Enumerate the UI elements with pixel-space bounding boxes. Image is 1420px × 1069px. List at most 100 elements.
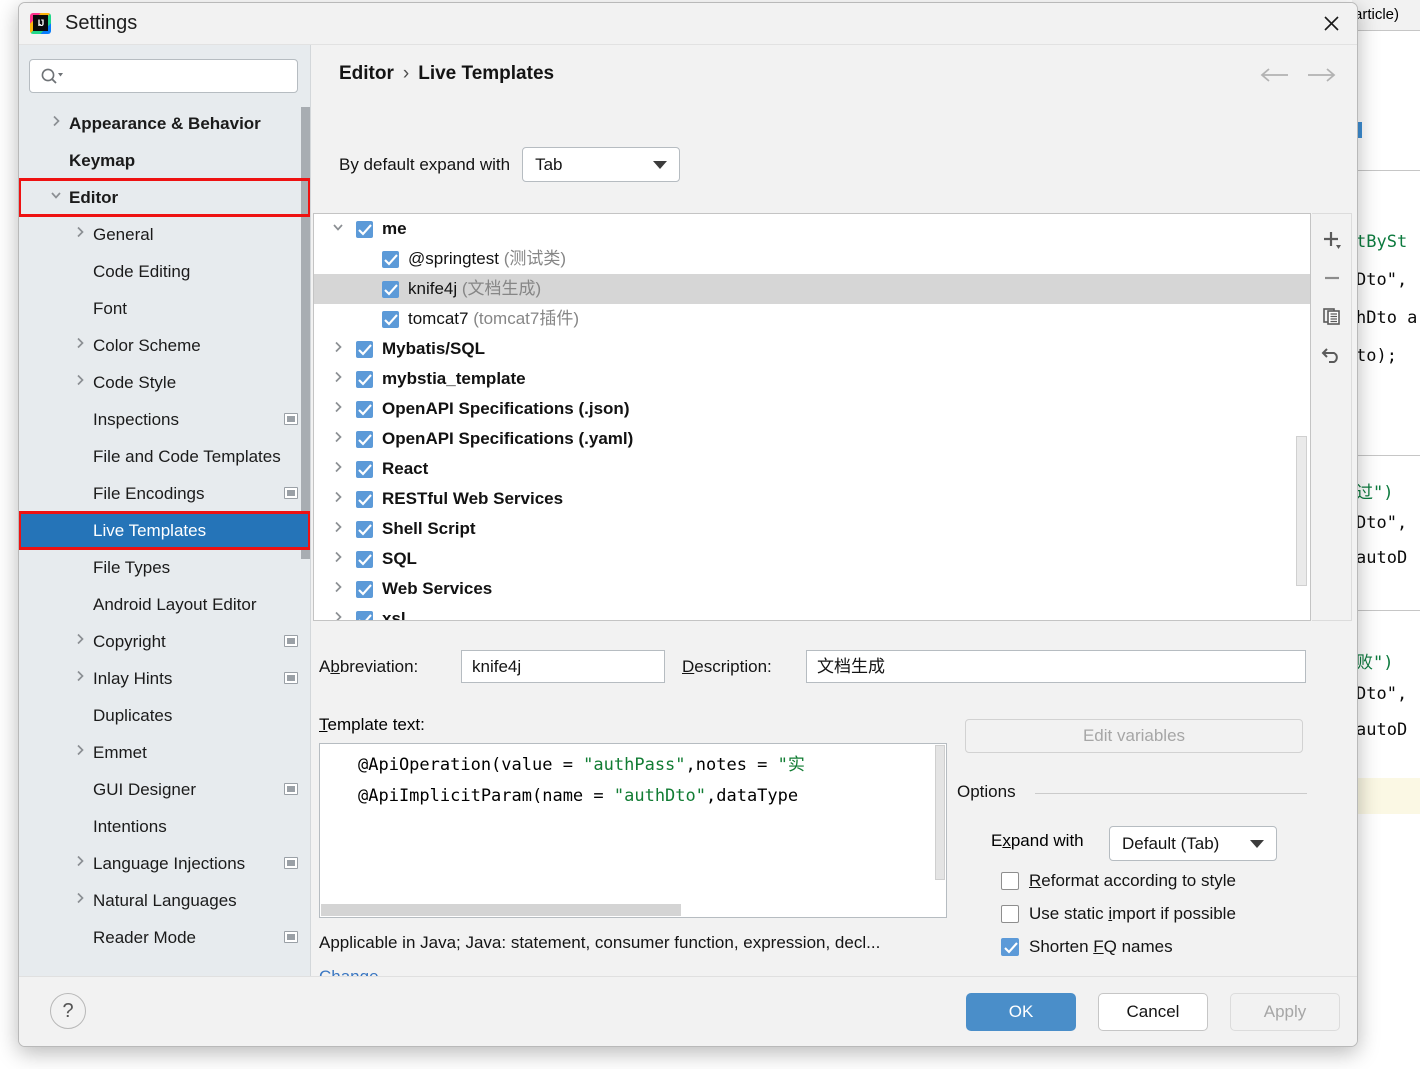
question-mark-icon[interactable]: ? [50, 993, 86, 1029]
ok-button[interactable]: OK [966, 993, 1076, 1031]
sidebar-item-code-style[interactable]: Code Style [19, 364, 310, 401]
templates-tree-scrollbar[interactable] [1296, 436, 1307, 586]
chevron-down-icon[interactable] [47, 179, 65, 216]
template-tree-row[interactable]: Shell Script [314, 514, 1310, 544]
template-tree-row[interactable]: knife4j (文档生成) [314, 274, 1310, 304]
chevron-down-icon[interactable] [328, 214, 348, 244]
cancel-button[interactable]: Cancel [1098, 993, 1208, 1031]
chevron-right-icon[interactable] [328, 484, 348, 514]
template-tree-row[interactable]: SQL [314, 544, 1310, 574]
apply-button[interactable]: Apply [1230, 993, 1340, 1031]
sidebar-item-gui-designer[interactable]: GUI Designer [19, 771, 310, 808]
chevron-right-icon[interactable] [328, 514, 348, 544]
template-enabled-checkbox[interactable] [356, 521, 373, 538]
template-tree-row[interactable]: tomcat7 (tomcat7插件) [314, 304, 1310, 334]
template-text-hscrollbar[interactable] [321, 904, 681, 916]
sidebar-item-inlay-hints[interactable]: Inlay Hints [19, 660, 310, 697]
chevron-right-icon[interactable] [71, 623, 89, 660]
template-text-editor[interactable]: @ApiOperation(value = "authPass",notes =… [319, 743, 947, 918]
template-tree-row[interactable]: Web Services [314, 574, 1310, 604]
chevron-right-icon[interactable] [328, 364, 348, 394]
chevron-right-icon[interactable] [328, 454, 348, 484]
template-enabled-checkbox[interactable] [356, 341, 373, 358]
arrow-right-icon[interactable] [1307, 67, 1337, 88]
chevron-right-icon[interactable] [47, 105, 65, 142]
sidebar-item-appearance-behavior[interactable]: Appearance & Behavior [19, 105, 310, 142]
chevron-right-icon[interactable] [71, 364, 89, 401]
template-enabled-checkbox[interactable] [356, 371, 373, 388]
default-expand-select[interactable]: Tab [522, 147, 680, 182]
template-enabled-checkbox[interactable] [356, 401, 373, 418]
undo-icon[interactable] [1316, 338, 1348, 370]
sidebar-item-language-injections[interactable]: Language Injections [19, 845, 310, 882]
sidebar-item-intentions[interactable]: Intentions [19, 808, 310, 845]
chevron-right-icon[interactable] [328, 424, 348, 454]
sidebar-item-copyright[interactable]: Copyright [19, 623, 310, 660]
template-tree-row[interactable]: xsl [314, 604, 1310, 620]
sidebar-item-file-and-code-templates[interactable]: File and Code Templates [19, 438, 310, 475]
sidebar-item-code-editing[interactable]: Code Editing [19, 253, 310, 290]
static-import-checkbox-row[interactable]: Use static import if possible [1001, 904, 1236, 924]
sidebar-item-font[interactable]: Font [19, 290, 310, 327]
chevron-right-icon[interactable] [328, 604, 348, 620]
sidebar-item-color-scheme[interactable]: Color Scheme [19, 327, 310, 364]
template-enabled-checkbox[interactable] [356, 221, 373, 238]
breadcrumb-parent[interactable]: Editor [339, 63, 394, 84]
sidebar-item-file-types[interactable]: File Types [19, 549, 310, 586]
template-enabled-checkbox[interactable] [356, 461, 373, 478]
template-tree-row[interactable]: me [314, 214, 1310, 244]
shorten-fq-checkbox[interactable] [1001, 938, 1019, 956]
chevron-right-icon[interactable] [328, 394, 348, 424]
chevron-right-icon[interactable] [71, 327, 89, 364]
reformat-checkbox[interactable] [1001, 872, 1019, 890]
sidebar-item-live-templates[interactable]: Live Templates [19, 512, 310, 549]
search-box[interactable] [29, 59, 298, 93]
template-enabled-checkbox[interactable] [356, 551, 373, 568]
sidebar-item-keymap[interactable]: Keymap [19, 142, 310, 179]
close-icon[interactable] [1305, 3, 1357, 44]
search-input[interactable] [72, 60, 291, 92]
template-tree-row[interactable]: mybstia_template [314, 364, 1310, 394]
description-input[interactable]: 文档生成 [806, 650, 1306, 683]
sidebar-item-android-layout-editor[interactable]: Android Layout Editor [19, 586, 310, 623]
template-enabled-checkbox[interactable] [382, 311, 399, 328]
sidebar-item-general[interactable]: General [19, 216, 310, 253]
chevron-right-icon[interactable] [328, 544, 348, 574]
chevron-right-icon[interactable] [71, 882, 89, 919]
template-enabled-checkbox[interactable] [356, 581, 373, 598]
abbreviation-input[interactable]: knife4j [461, 650, 665, 683]
chevron-right-icon[interactable] [71, 216, 89, 253]
template-tree-row[interactable]: RESTful Web Services [314, 484, 1310, 514]
sidebar-item-editor[interactable]: Editor [19, 179, 310, 216]
sidebar-item-emmet[interactable]: Emmet [19, 734, 310, 771]
chevron-right-icon[interactable] [71, 734, 89, 771]
sidebar-item-file-encodings[interactable]: File Encodings [19, 475, 310, 512]
expand-with-select[interactable]: Default (Tab) [1109, 826, 1277, 861]
template-tree-row[interactable]: OpenAPI Specifications (.json) [314, 394, 1310, 424]
sidebar-item-natural-languages[interactable]: Natural Languages [19, 882, 310, 919]
arrow-left-icon[interactable] [1259, 67, 1289, 88]
minus-icon[interactable] [1316, 262, 1348, 294]
chevron-right-icon[interactable] [328, 574, 348, 604]
chevron-right-icon[interactable] [328, 334, 348, 364]
sidebar-item-duplicates[interactable]: Duplicates [19, 697, 310, 734]
copy-icon[interactable] [1316, 300, 1348, 332]
change-context-link[interactable]: Change [319, 967, 379, 976]
reformat-checkbox-row[interactable]: Reformat according to style [1001, 871, 1236, 891]
edit-variables-button[interactable]: Edit variables [965, 719, 1303, 753]
template-text-vscrollbar[interactable] [935, 745, 945, 880]
template-enabled-checkbox[interactable] [382, 281, 399, 298]
template-tree-row[interactable]: @springtest (测试类) [314, 244, 1310, 274]
chevron-right-icon[interactable] [71, 660, 89, 697]
template-tree-row[interactable]: OpenAPI Specifications (.yaml) [314, 424, 1310, 454]
templates-tree[interactable]: me@springtest (测试类)knife4j (文档生成)tomcat7… [313, 213, 1311, 621]
template-tree-row[interactable]: React [314, 454, 1310, 484]
sidebar-item-inspections[interactable]: Inspections [19, 401, 310, 438]
template-enabled-checkbox[interactable] [356, 611, 373, 620]
shorten-fq-checkbox-row[interactable]: Shorten FQ names [1001, 937, 1173, 957]
chevron-right-icon[interactable] [71, 845, 89, 882]
sidebar-item-reader-mode[interactable]: Reader Mode [19, 919, 310, 956]
template-enabled-checkbox[interactable] [382, 251, 399, 268]
template-enabled-checkbox[interactable] [356, 431, 373, 448]
template-tree-row[interactable]: Mybatis/SQL [314, 334, 1310, 364]
